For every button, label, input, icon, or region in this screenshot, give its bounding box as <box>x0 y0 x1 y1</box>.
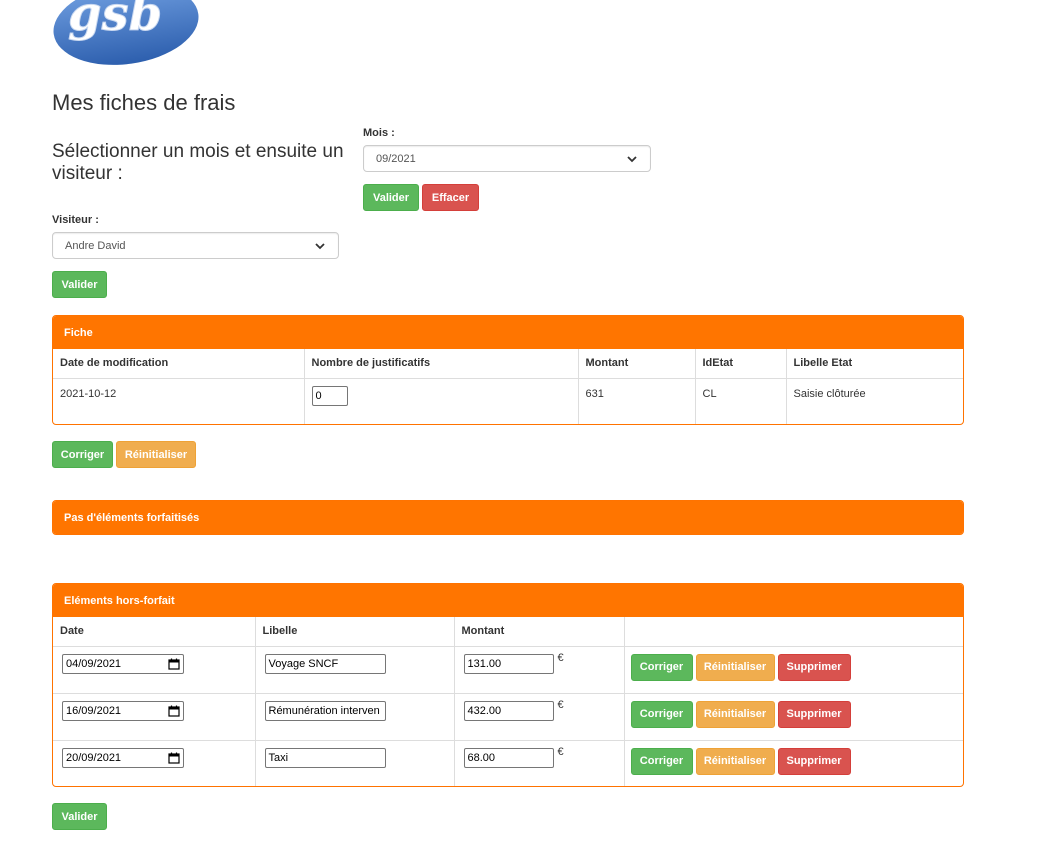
hors-forfait-panel: Eléments hors-forfait Date Libelle Monta… <box>52 583 964 787</box>
hors-forfait-valider-button[interactable]: Valider <box>52 803 107 830</box>
libelle-cell: Rémunération interven <box>255 693 455 741</box>
mois-valider-button[interactable]: Valider <box>363 184 419 211</box>
montant-cell: 131.00 € <box>454 646 625 694</box>
col-date-modification: Date de modification <box>53 349 305 379</box>
col-montant: Montant <box>578 349 696 379</box>
hors-forfait-table: Date Libelle Montant 04/09/2021 Voyage S… <box>53 617 963 786</box>
fiche-corriger-button[interactable]: Corriger <box>52 441 113 468</box>
row-reinitialiser-button[interactable]: Réinitialiser <box>695 653 775 681</box>
calendar-icon[interactable] <box>168 705 180 717</box>
fiche-reinitialiser-button[interactable]: Réinitialiser <box>116 441 196 468</box>
date-cell: 20/09/2021 <box>53 740 256 786</box>
fiche-panel-heading: Fiche <box>53 316 963 349</box>
date-input-value: 16/09/2021 <box>66 704 122 717</box>
col-libelle: Libelle <box>255 617 455 647</box>
currency-symbol: € <box>557 651 564 664</box>
visiteur-valider-button[interactable]: Valider <box>52 271 107 298</box>
forfait-panel-heading: Pas d'éléments forfaitisés <box>53 501 963 534</box>
chevron-down-icon <box>315 242 325 249</box>
table-row: 2021-10-12 0 631 CL Saisie clôturée <box>53 378 963 424</box>
montant-cell: 432.00 € <box>454 693 625 741</box>
actions-cell: Corriger Réinitialiser Supprimer <box>624 693 963 741</box>
montant-input[interactable]: 131.00 <box>463 653 554 674</box>
actions-cell: Corriger Réinitialiser Supprimer <box>624 740 963 786</box>
libelle-cell: Voyage SNCF <box>255 646 455 694</box>
row-corriger-button[interactable]: Corriger <box>630 653 693 681</box>
currency-symbol: € <box>557 698 564 711</box>
date-cell: 16/09/2021 <box>53 693 256 741</box>
libelle-input[interactable]: Voyage SNCF <box>264 653 386 674</box>
date-modification-value: 2021-10-12 <box>53 378 305 424</box>
mois-effacer-button[interactable]: Effacer <box>422 184 479 211</box>
date-cell: 04/09/2021 <box>53 646 256 694</box>
row-corriger-button[interactable]: Corriger <box>630 700 693 728</box>
montant-input[interactable]: 432.00 <box>463 700 554 721</box>
table-row: 16/09/2021 Rémunération interven 432.00 … <box>53 693 963 741</box>
row-reinitialiser-button[interactable]: Réinitialiser <box>695 747 775 775</box>
id-etat-value: CL <box>695 378 787 424</box>
date-input-value: 20/09/2021 <box>66 751 122 764</box>
visiteur-select-value: Andre David <box>65 239 126 252</box>
page-title: Mes fiches de frais <box>52 90 236 115</box>
libelle-input[interactable]: Taxi <box>264 747 386 768</box>
mois-select[interactable]: 09/2021 <box>363 145 651 172</box>
libelle-cell: Taxi <box>255 740 455 786</box>
actions-cell: Corriger Réinitialiser Supprimer <box>624 646 963 694</box>
col-id-etat: IdEtat <box>695 349 787 379</box>
mois-select-value: 09/2021 <box>376 152 416 165</box>
visiteur-label: Visiteur : <box>52 214 99 226</box>
fiche-table: Date de modification Nombre de justifica… <box>53 349 963 424</box>
nb-justificatifs-cell: 0 <box>304 378 579 424</box>
hors-forfait-panel-heading: Eléments hors-forfait <box>53 584 963 617</box>
row-reinitialiser-button[interactable]: Réinitialiser <box>695 700 775 728</box>
col-date: Date <box>53 617 256 647</box>
date-input[interactable]: 04/09/2021 <box>62 653 184 674</box>
nb-justificatifs-input[interactable]: 0 <box>311 385 348 406</box>
col-actions <box>624 617 963 647</box>
visiteur-select[interactable]: Andre David <box>52 232 339 259</box>
col-nb-justificatifs: Nombre de justificatifs <box>304 349 579 379</box>
montant-input[interactable]: 68.00 <box>463 747 554 768</box>
row-corriger-button[interactable]: Corriger <box>630 747 693 775</box>
libelle-etat-value: Saisie clôturée <box>793 387 866 400</box>
date-input[interactable]: 16/09/2021 <box>62 700 184 721</box>
libelle-input[interactable]: Rémunération interven <box>264 700 386 721</box>
currency-symbol: € <box>557 745 564 758</box>
calendar-icon[interactable] <box>168 658 180 670</box>
mois-label: Mois : <box>363 127 395 139</box>
row-supprimer-button[interactable]: Supprimer <box>777 653 851 681</box>
row-supprimer-button[interactable]: Supprimer <box>777 700 851 728</box>
montant-cell: 68.00 € <box>454 740 625 786</box>
chevron-down-icon <box>627 155 637 162</box>
row-supprimer-button[interactable]: Supprimer <box>777 747 851 775</box>
page-subtitle: Sélectionner un mois et ensuite un visit… <box>52 141 344 184</box>
gsb-logo: gsb <box>50 0 202 66</box>
col-libelle-etat: Libelle Etat <box>786 349 963 379</box>
date-input-value: 04/09/2021 <box>66 657 122 670</box>
calendar-icon[interactable] <box>168 752 180 764</box>
table-row: 04/09/2021 Voyage SNCF 131.00 € Corriger <box>53 646 963 694</box>
forfait-panel: Pas d'éléments forfaitisés <box>52 500 964 535</box>
fiche-panel: Fiche Date de modification Nombre de jus… <box>52 315 964 425</box>
montant-value: 631 <box>578 378 696 424</box>
date-input[interactable]: 20/09/2021 <box>62 747 184 768</box>
table-row: 20/09/2021 Taxi 68.00 € Corriger Réiniti… <box>53 740 963 786</box>
col-montant: Montant <box>454 617 625 647</box>
svg-text:gsb: gsb <box>68 0 162 42</box>
